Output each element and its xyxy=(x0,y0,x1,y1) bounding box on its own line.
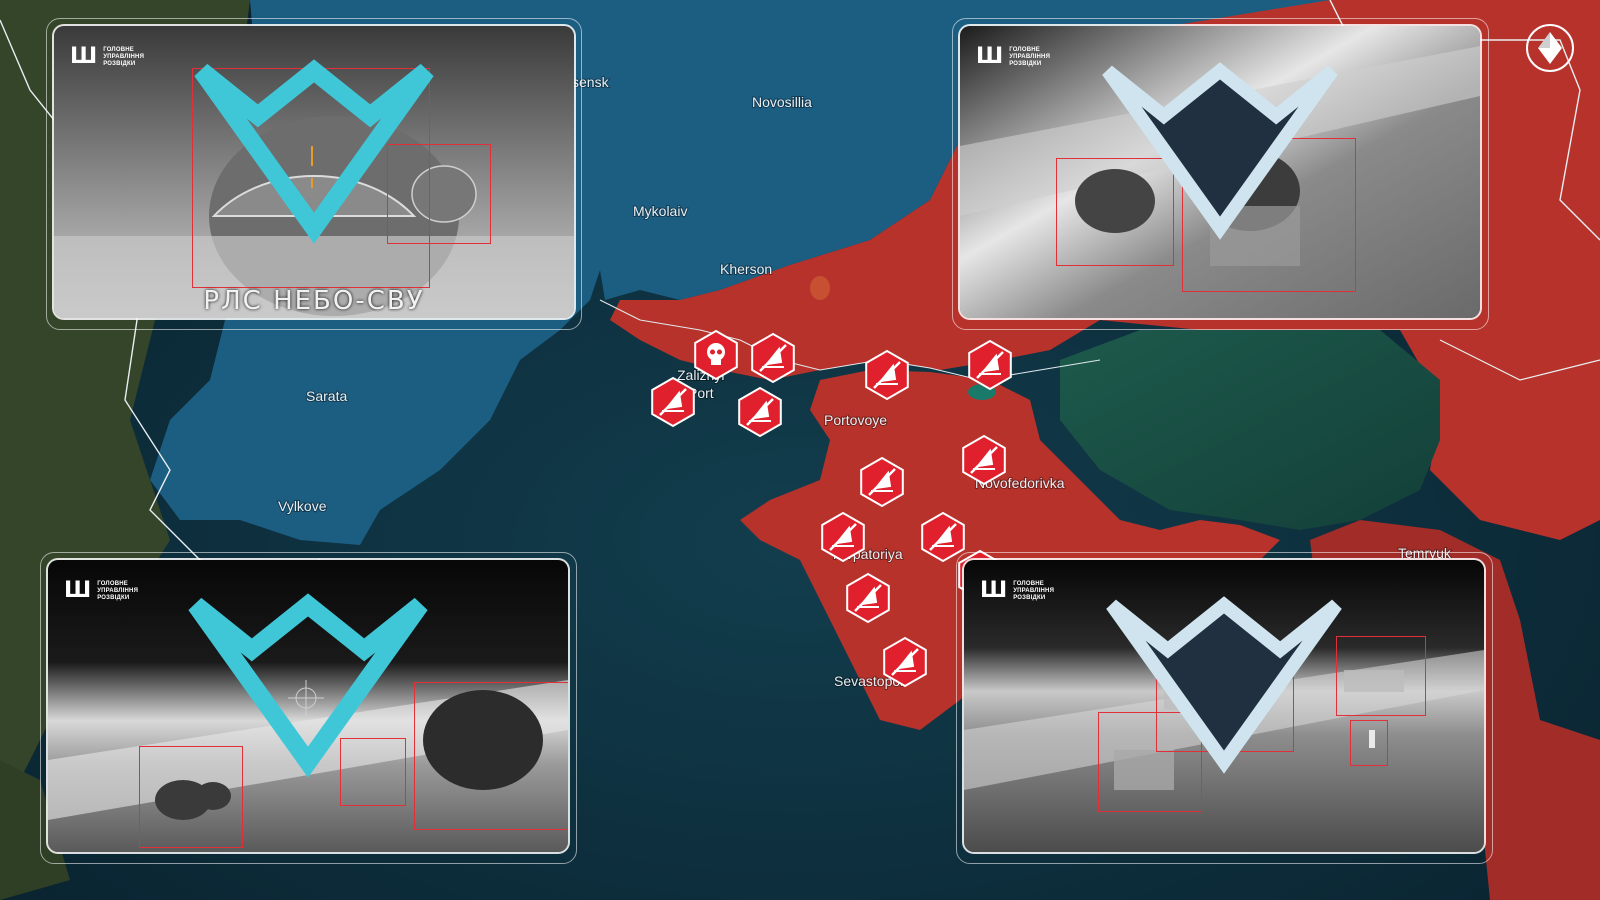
video-panel-bottom-right[interactable]: Ш ГОЛОВНЕ УПРАВЛІННЯ РОЗВІДКИ xyxy=(964,560,1484,852)
video-panel-top-right[interactable]: Ш ГОЛОВНЕ УПРАВЛІННЯ РОЗВІДКИ xyxy=(960,26,1480,318)
place-label-vylkove: Vylkove xyxy=(278,498,327,514)
north-arrow-glyph xyxy=(1538,32,1562,64)
unit-badge-icon xyxy=(194,59,434,244)
place-label-portovoye: Portovoye xyxy=(824,412,887,428)
video-panel-bottom-left[interactable]: Ш ГОЛОВНЕ УПРАВЛІННЯ РОЗВІДКИ xyxy=(48,560,568,852)
place-label-novosillia: Novosillia xyxy=(752,94,812,110)
unit-badge-icon xyxy=(1106,596,1342,774)
place-label-sensk: sensk xyxy=(572,74,610,90)
place-label-kherson: Kherson xyxy=(720,261,772,277)
place-label-mykolaiv: Mykolaiv xyxy=(633,203,687,219)
video-panel-top-left[interactable]: Ш ГОЛОВНЕ УПРАВЛІННЯ РОЗВІДКИ РЛС НЕБО-С… xyxy=(54,26,574,318)
map-stage: Novosillia sensk Mykolaiv Kherson Zaliznyi Po… xyxy=(0,0,1600,900)
unit-badge-icon xyxy=(1102,62,1338,240)
north-arrow-icon[interactable] xyxy=(1526,24,1574,72)
radar-caption: РЛС НЕБО-СВУ xyxy=(203,286,425,316)
place-label-sarata: Sarata xyxy=(306,388,347,404)
unit-badge-icon xyxy=(188,593,428,778)
lake-spot xyxy=(810,276,830,300)
place-label-temryuk: Temryuk xyxy=(1398,545,1452,561)
